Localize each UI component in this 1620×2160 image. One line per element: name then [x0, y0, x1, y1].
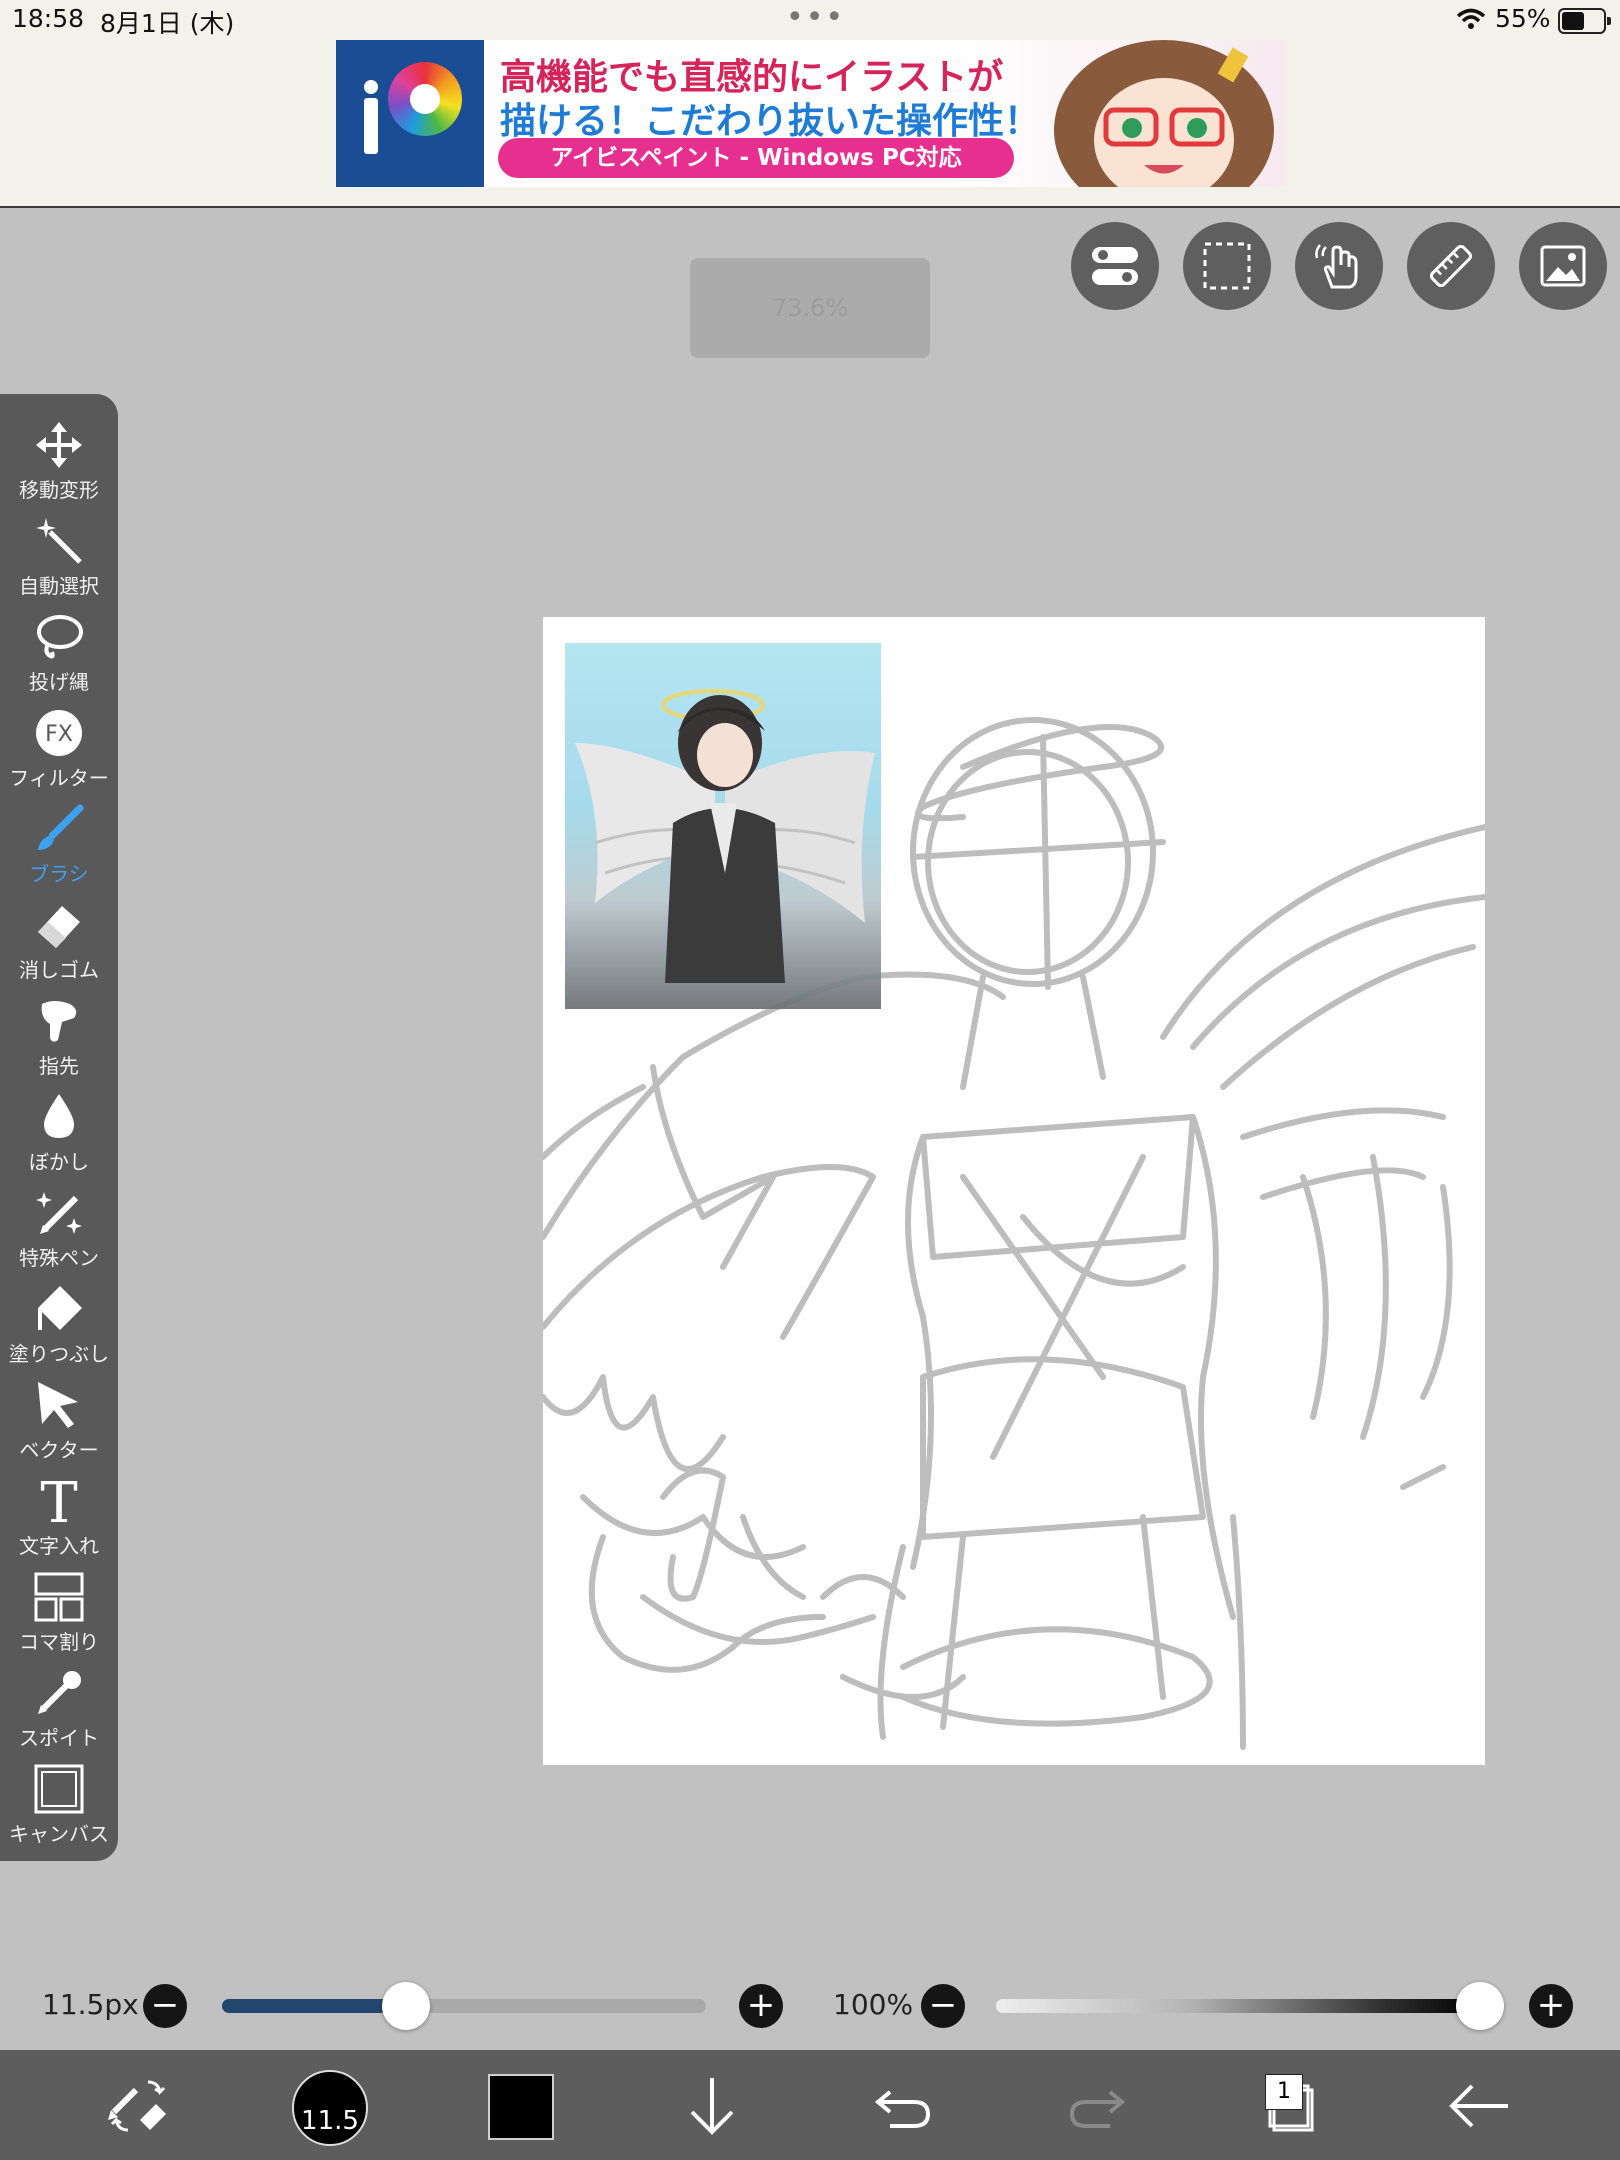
- tool-label: キャンバス: [9, 1822, 109, 1846]
- size-decrease-button[interactable]: −: [143, 1984, 187, 2028]
- svg-text:T: T: [40, 1476, 77, 1526]
- brush-size-slider[interactable]: [222, 1999, 706, 2013]
- tool-label: コマ割り: [19, 1630, 99, 1654]
- opacity-label: 100%: [833, 1988, 914, 2021]
- tool-label: 指先: [39, 1054, 79, 1078]
- drawing-canvas[interactable]: [543, 617, 1485, 1765]
- reference-image[interactable]: [565, 643, 881, 1009]
- frame-divider-icon: [34, 1572, 84, 1622]
- undo-icon[interactable]: [866, 2068, 942, 2144]
- tool-label: 消しゴム: [19, 958, 99, 982]
- tool-vector[interactable]: ベクター: [0, 1374, 118, 1470]
- tool-fill[interactable]: 塗りつぶし: [0, 1278, 118, 1374]
- tool-filter[interactable]: FX フィルター: [0, 702, 118, 798]
- special-pen-icon: [36, 1192, 82, 1234]
- tool-frame-divider[interactable]: コマ割り: [0, 1566, 118, 1662]
- zoom-indicator: 73.6%: [690, 258, 930, 358]
- brush-icon: [38, 804, 84, 850]
- image-import-button[interactable]: [1519, 222, 1607, 310]
- tool-eraser[interactable]: 消しゴム: [0, 894, 118, 990]
- ad-banner[interactable]: 高機能でも直感的にイラストが 描ける！こだわり抜いた操作性！ アイビスペイント …: [336, 40, 1284, 187]
- brush-size-slider-knob[interactable]: [381, 1982, 430, 2030]
- ibispaint-logo: [336, 40, 484, 187]
- brush-size-button[interactable]: 11.5: [292, 2070, 368, 2146]
- tool-label: 投げ縄: [29, 670, 89, 694]
- image-import-icon: [1540, 245, 1586, 287]
- tool-special-pen[interactable]: 特殊ペン: [0, 1182, 118, 1278]
- tool-smudge[interactable]: 指先: [0, 990, 118, 1086]
- canvas-icon: [34, 1764, 84, 1814]
- tool-label: 塗りつぶし: [8, 1342, 110, 1366]
- swap-brush-eraser-icon[interactable]: [100, 2068, 176, 2144]
- tool-magic-wand[interactable]: 自動選択: [0, 510, 118, 606]
- move-down-arrow-icon[interactable]: [674, 2068, 750, 2144]
- tool-palette: 移動変形 自動選択 投げ縄 FX フィルター ブラシ 消しゴム 指先 ぼかし 特…: [0, 394, 118, 1861]
- ad-character-illustration: [1054, 40, 1274, 187]
- tool-label: 特殊ペン: [19, 1246, 99, 1270]
- tool-label: ベクター: [19, 1438, 99, 1462]
- tool-label: スポイト: [19, 1726, 99, 1750]
- layer-count: 1: [1265, 2074, 1303, 2110]
- settings-toggle-button[interactable]: [1071, 222, 1159, 310]
- svg-text:FX: FX: [45, 722, 73, 747]
- lasso-icon: [37, 615, 83, 659]
- minus-icon: −: [150, 1985, 180, 2025]
- settings-toggle-icon: [1092, 247, 1138, 285]
- fx-filter-icon: FX: [36, 710, 82, 756]
- fill-bucket-icon: [38, 1286, 82, 1330]
- tool-canvas[interactable]: キャンバス: [0, 1758, 118, 1854]
- tool-blur[interactable]: ぼかし: [0, 1086, 118, 1182]
- plus-icon: +: [746, 1985, 776, 2025]
- tool-label: 文字入れ: [19, 1534, 99, 1558]
- battery-percent: 55%: [1495, 4, 1551, 33]
- tool-brush[interactable]: ブラシ: [0, 798, 118, 894]
- ad-cta[interactable]: アイビスペイント - Windows PC対応: [498, 138, 1014, 178]
- eraser-icon: [38, 906, 80, 948]
- size-increase-button[interactable]: +: [739, 1984, 783, 2028]
- bottom-toolbar: 11.5 1: [0, 2050, 1620, 2160]
- color-picker-button[interactable]: [488, 2074, 554, 2140]
- ruler-icon: [1429, 244, 1473, 288]
- eyedropper-icon: [38, 1671, 81, 1714]
- tool-lasso[interactable]: 投げ縄: [0, 606, 118, 702]
- ad-subheadline: 描ける！こだわり抜いた操作性！: [500, 101, 1041, 142]
- tool-label: ブラシ: [29, 862, 89, 886]
- back-arrow-icon[interactable]: [1442, 2068, 1518, 2144]
- ruler-button[interactable]: [1407, 222, 1495, 310]
- tool-label: ぼかし: [29, 1150, 89, 1174]
- hand-gesture-button[interactable]: [1295, 222, 1383, 310]
- selection-icon: [1203, 242, 1251, 290]
- blur-drop-icon: [44, 1094, 74, 1138]
- opacity-slider[interactable]: [996, 1999, 1480, 2013]
- smudge-finger-icon: [41, 1001, 77, 1042]
- vector-arrow-icon: [38, 1382, 78, 1428]
- tool-label: 移動変形: [19, 478, 99, 502]
- battery-icon: [1558, 8, 1611, 34]
- wifi-icon: [1456, 8, 1486, 29]
- text-icon: T: [40, 1476, 77, 1526]
- minus-icon: −: [928, 1985, 958, 2025]
- status-date: 8月1日 (木): [100, 9, 235, 38]
- angel-figure-illustration: [575, 689, 875, 983]
- opacity-slider-knob[interactable]: [1456, 1982, 1504, 2030]
- opacity-increase-button[interactable]: +: [1529, 1984, 1573, 2028]
- opacity-decrease-button[interactable]: −: [921, 1984, 965, 2028]
- hand-gesture-icon: [1315, 244, 1358, 289]
- tool-label: 自動選択: [19, 574, 99, 598]
- move-transform-icon: [36, 422, 82, 468]
- brush-size-label: 11.5px: [42, 1988, 139, 2021]
- tool-label: フィルター: [9, 766, 109, 790]
- multitask-dots-icon[interactable]: •••: [786, 0, 845, 35]
- selection-button[interactable]: [1183, 222, 1271, 310]
- top-header: 18:58 8月1日 (木) ••• 55% 高機能でも直感的にイラストが 描け…: [0, 0, 1620, 208]
- brush-size-badge: 11.5: [301, 2106, 359, 2136]
- status-time: 18:58: [12, 4, 85, 33]
- magic-wand-icon: [36, 518, 82, 564]
- tool-text[interactable]: T 文字入れ: [0, 1470, 118, 1566]
- plus-icon: +: [1536, 1985, 1566, 2025]
- tool-eyedropper[interactable]: スポイト: [0, 1662, 118, 1758]
- redo-icon[interactable]: [1058, 2068, 1134, 2144]
- tool-move-transform[interactable]: 移動変形: [0, 414, 118, 510]
